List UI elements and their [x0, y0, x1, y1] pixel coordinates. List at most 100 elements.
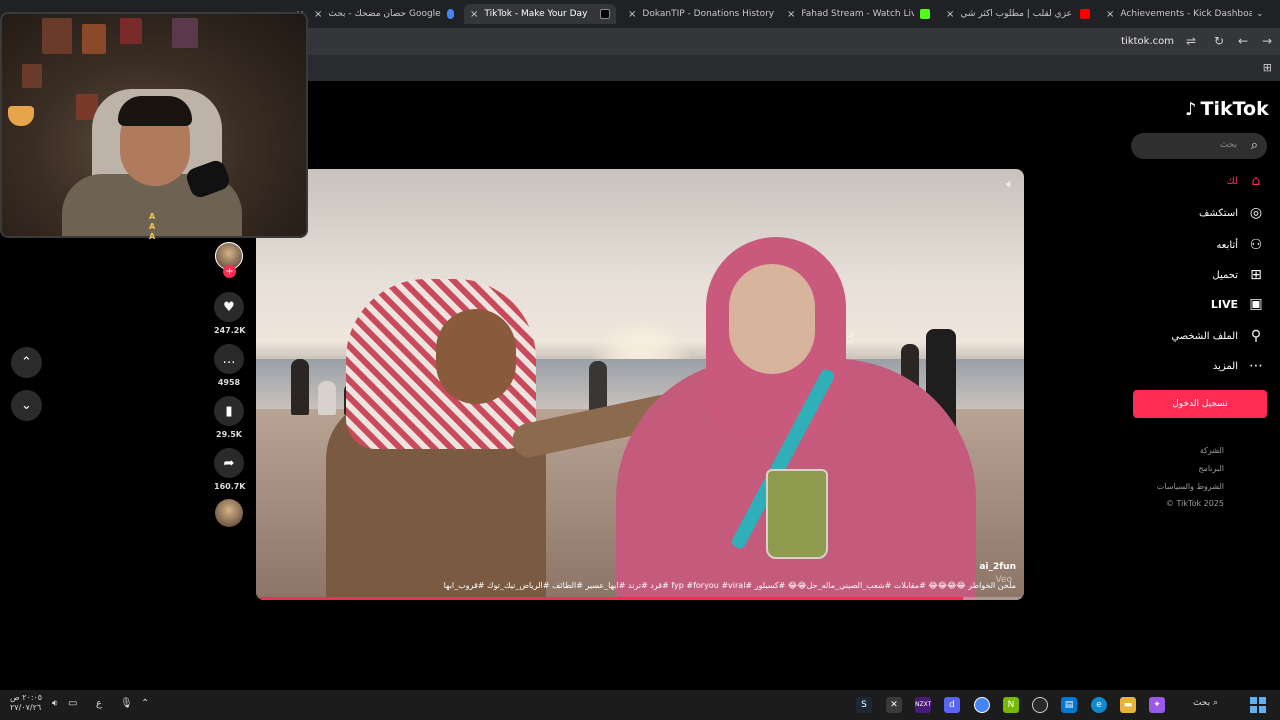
comment-action[interactable]: … 4958	[214, 344, 244, 387]
home-icon: ⌂	[1251, 173, 1261, 189]
mic-icon[interactable]: 🎙︎	[120, 698, 133, 709]
nav-label: المزيد	[1212, 360, 1238, 372]
reload-icon[interactable]: ↻	[1214, 34, 1224, 48]
video-drink-cup	[766, 469, 828, 559]
nvidia-icon[interactable]: N	[1003, 697, 1019, 713]
tab-label: عزي لقلب | مطلوب اكثر شي -	[960, 9, 1074, 19]
chevron-up-icon: ⌃	[21, 355, 32, 370]
back-icon[interactable]: ←	[1238, 34, 1248, 48]
volume-icon[interactable]: 🔉︎	[52, 698, 58, 709]
comment-count: 4958	[217, 378, 241, 387]
tab-kick-dashboard[interactable]: × Achievements - Kick Dashboard	[1100, 4, 1252, 24]
upload-icon: ⊞	[1250, 267, 1262, 283]
nav-label: أتابعه	[1216, 239, 1238, 251]
nav-item-following[interactable]: أتابعه ⚇	[1216, 236, 1264, 254]
tab-tiktok[interactable]: × TikTok - Make Your Day	[464, 4, 616, 24]
tab-label: DokanTIP - Donations History	[642, 9, 775, 19]
like-action[interactable]: ♥ 247.2K	[214, 292, 246, 335]
volume-muted-icon[interactable]: 🔈︎	[1006, 177, 1014, 192]
tab-dokantip[interactable]: × DokanTIP - Donations History	[622, 4, 777, 24]
login-button[interactable]: تسجيل الدخول	[1133, 390, 1267, 418]
video-author[interactable]: ai_2fun	[979, 562, 1016, 572]
nav-item-profile[interactable]: الملف الشخصي ⚲	[1171, 327, 1264, 345]
more-icon: ⋯	[1249, 358, 1263, 374]
forward-icon[interactable]: →	[1262, 34, 1272, 48]
tab-close-icon[interactable]: ×	[628, 9, 636, 20]
copilot-icon[interactable]: ✦	[1149, 697, 1165, 713]
tab-kick-stream[interactable]: × Fahad Stream - Watch Live on K	[781, 4, 936, 24]
webcam-overlay	[0, 12, 308, 238]
share-action[interactable]: ➦ 160.7K	[214, 448, 246, 491]
tab-youtube[interactable]: × عزي لقلب | مطلوب اكثر شي -	[940, 4, 1096, 24]
save-action[interactable]: ▮ 29.5K	[214, 396, 244, 439]
nav-label: LIVE	[1210, 297, 1238, 311]
live-icon: ▣	[1249, 296, 1263, 312]
tune-icon[interactable]: ⇌	[1186, 34, 1196, 48]
tab-close-icon[interactable]: ×	[470, 9, 478, 20]
kick-favicon-icon	[920, 9, 930, 19]
file-explorer-icon[interactable]: ▬	[1120, 697, 1136, 713]
xbox-icon[interactable]: ✕	[886, 697, 902, 713]
nav-item-foryou[interactable]: لك ⌂	[1227, 172, 1264, 190]
tab-close-icon[interactable]: ×	[946, 9, 954, 20]
nzxt-icon[interactable]: NZXT	[915, 697, 931, 713]
windows-taskbar	[0, 690, 1280, 720]
compass-icon: ◎	[1249, 205, 1263, 221]
windows-start-icon[interactable]	[1250, 697, 1266, 713]
tab-close-icon[interactable]: ×	[787, 9, 795, 20]
taskbar-search[interactable]: بحث ⌕	[1193, 698, 1218, 708]
video-monkey-face	[436, 309, 516, 404]
footer-link-program[interactable]: البرنامج	[1198, 464, 1224, 473]
store-icon[interactable]: ▤	[1061, 697, 1077, 713]
wall-poster	[42, 18, 72, 54]
edge-icon[interactable]: e	[1091, 697, 1107, 713]
follow-plus-icon[interactable]: +	[223, 265, 236, 278]
nav-label: الملف الشخصي	[1171, 330, 1238, 342]
tab-google-search[interactable]: × حصان مضحك - بحث Google	[308, 4, 460, 24]
taskbar-clock[interactable]: ٢٠:٠٥ ص ٢٧/٠٧/٢٦	[10, 693, 42, 713]
tab-close-icon[interactable]: ×	[1106, 9, 1114, 20]
comment-icon[interactable]: …	[214, 344, 244, 374]
steam-icon[interactable]: S	[856, 697, 872, 713]
music-disc-avatar[interactable]	[215, 499, 243, 527]
footer-copyright: © TikTok 2025	[1166, 499, 1224, 508]
lamp	[8, 106, 34, 126]
search-placeholder: بحث	[1219, 140, 1237, 150]
taskbar-search-label: بحث	[1193, 698, 1211, 708]
language-indicator[interactable]: ع	[96, 698, 102, 709]
video-caption: ملحن الخواطر 😂😂😂😂 #مقابلات #شعب_الصيني_م…	[443, 581, 1016, 590]
obs-icon[interactable]	[1032, 697, 1048, 713]
url-text[interactable]: tiktok.com	[1121, 36, 1174, 47]
wall-poster	[120, 18, 142, 44]
save-count: 29.5K	[216, 430, 242, 439]
video-player[interactable]: 🔈︎ ai_2fun Veo ملحن الخواطر 😂😂😂😂 #مقابلا…	[256, 169, 1024, 600]
nav-item-live[interactable]: LIVE ▣	[1211, 295, 1264, 313]
previous-video-button[interactable]: ⌃	[11, 347, 42, 378]
nav-item-more[interactable]: المزيد ⋯	[1213, 357, 1264, 375]
nav-item-upload[interactable]: تحميل ⊞	[1212, 266, 1264, 284]
network-icon[interactable]: ▭	[68, 698, 77, 709]
footer-link-terms[interactable]: الشروط والسياسات	[1157, 482, 1224, 491]
share-count: 160.7K	[214, 482, 246, 491]
tray-chevron-up-icon[interactable]: ⌃	[141, 698, 149, 709]
heart-icon[interactable]: ♥	[214, 292, 244, 322]
tab-search-chevron-icon[interactable]: ⌄	[1256, 4, 1276, 24]
next-video-button[interactable]: ⌄	[11, 390, 42, 421]
nav-item-explore[interactable]: استكشف ◎	[1199, 204, 1264, 222]
share-icon[interactable]: ➦	[214, 448, 244, 478]
chrome-icon[interactable]	[974, 697, 990, 713]
discord-icon[interactable]: d	[944, 697, 960, 713]
video-bystander	[291, 359, 309, 415]
hand-cursor-icon: ☝	[846, 331, 854, 346]
tiktok-favicon-icon	[600, 9, 610, 19]
search-icon[interactable]: ⌕	[1251, 138, 1258, 153]
search-input[interactable]: بحث ⌕	[1131, 133, 1267, 159]
tab-close-icon[interactable]: ×	[314, 9, 322, 20]
wall-poster	[22, 64, 42, 88]
nav-label: لك	[1226, 175, 1238, 187]
apps-grid-icon[interactable]: ⊞	[1263, 61, 1272, 74]
footer-link-company[interactable]: الشركة	[1200, 446, 1224, 455]
bookmark-icon[interactable]: ▮	[214, 396, 244, 426]
following-icon: ⚇	[1249, 237, 1263, 253]
tiktok-logo[interactable]: ♪ TikTok	[1185, 98, 1269, 120]
